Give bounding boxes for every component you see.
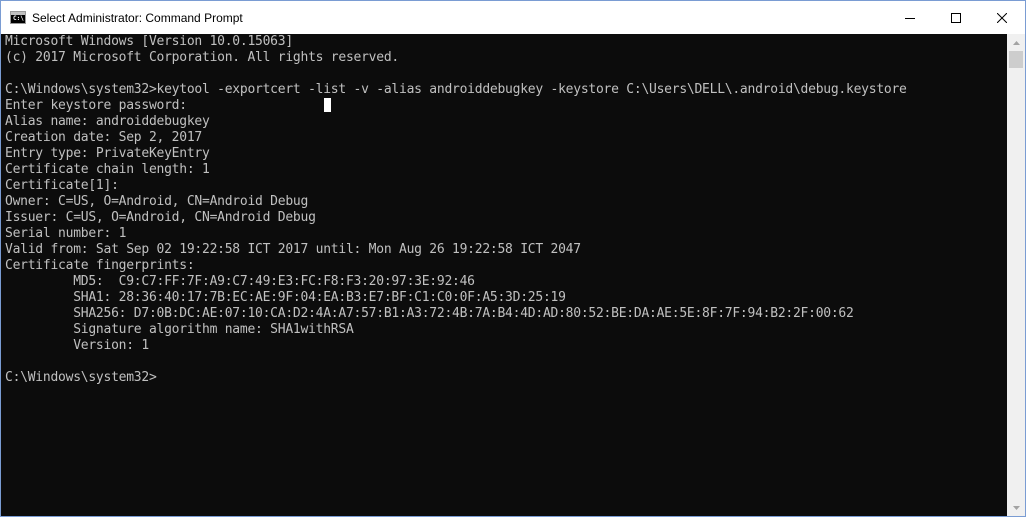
chevron-down-icon <box>1012 505 1020 510</box>
console-line: Alias name: androiddebugkey <box>5 114 210 129</box>
console-line: (c) 2017 Microsoft Corporation. All righ… <box>5 50 399 65</box>
console-line: Creation date: Sep 2, 2017 <box>5 130 202 145</box>
console-line: Version: 1 <box>5 338 149 353</box>
maximize-button[interactable] <box>933 1 979 34</box>
cmd-icon[interactable]: C:\ <box>10 11 26 24</box>
vertical-scrollbar[interactable] <box>1007 34 1025 516</box>
console-line: Owner: C=US, O=Android, CN=Android Debug <box>5 194 309 209</box>
console-line: Enter keystore password: <box>5 98 187 113</box>
minimize-button[interactable] <box>887 1 933 34</box>
console-line: Signature algorithm name: SHA1withRSA <box>5 322 354 337</box>
scroll-up-button[interactable] <box>1007 34 1025 51</box>
title-bar[interactable]: C:\ Select Administrator: Command Prompt <box>1 1 1025 34</box>
console-line: C:\Windows\system32>keytool -exportcert … <box>5 82 907 97</box>
chevron-up-icon <box>1012 40 1020 45</box>
console-line: Microsoft Windows [Version 10.0.15063] <box>5 34 293 49</box>
minimize-icon <box>905 17 915 19</box>
console-line: Certificate chain length: 1 <box>5 162 210 177</box>
console-line: Entry type: PrivateKeyEntry <box>5 146 210 161</box>
console-line: Certificate fingerprints: <box>5 258 195 273</box>
console-output[interactable]: Microsoft Windows [Version 10.0.15063] (… <box>1 34 1007 516</box>
close-icon <box>997 12 1007 23</box>
console-line: MD5: C9:C7:FF:7F:A9:C7:49:E3:FC:F8:F3:20… <box>5 274 475 289</box>
console-line: C:\Windows\system32> <box>5 370 157 385</box>
console-line: SHA1: 28:36:40:17:7B:EC:AE:9F:04:EA:B3:E… <box>5 290 566 305</box>
text-cursor <box>324 98 331 112</box>
scrollbar-thumb[interactable] <box>1009 51 1023 68</box>
console-line: Serial number: 1 <box>5 226 127 241</box>
console-line: SHA256: D7:0B:DC:AE:07:10:CA:D2:4A:A7:57… <box>5 306 854 321</box>
maximize-icon <box>951 12 961 23</box>
command-prompt-window: C:\ Select Administrator: Command Prompt… <box>0 0 1026 517</box>
console-line: Certificate[1]: <box>5 178 119 193</box>
scroll-down-button[interactable] <box>1007 499 1025 516</box>
console-line: Issuer: C=US, O=Android, CN=Android Debu… <box>5 210 316 225</box>
window-title: Select Administrator: Command Prompt <box>32 11 243 25</box>
close-button[interactable] <box>979 1 1025 34</box>
console-line: Valid from: Sat Sep 02 19:22:58 ICT 2017… <box>5 242 581 257</box>
